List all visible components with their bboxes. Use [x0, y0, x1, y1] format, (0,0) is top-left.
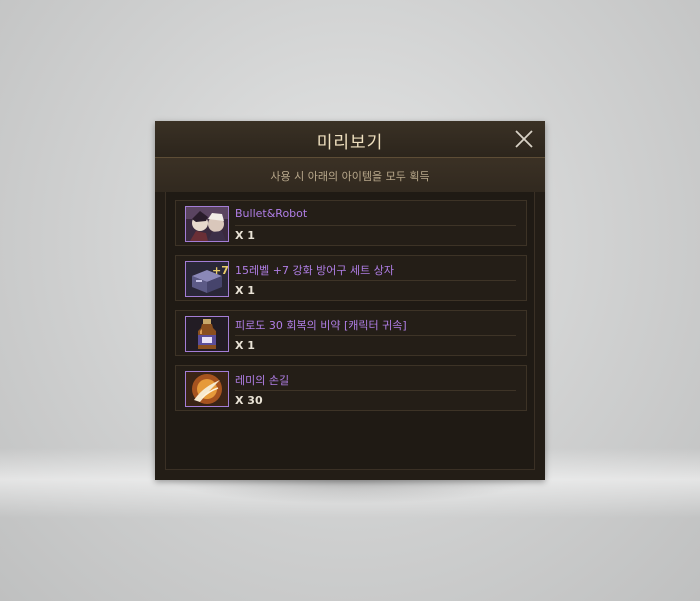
armor-box-icon: +7 — [186, 262, 228, 296]
dialog-title: 미리보기 — [316, 133, 384, 153]
enhance-label: +7 — [212, 264, 228, 277]
item-icon — [185, 371, 229, 407]
subtitle-bar: 사용 시 아래의 아이템을 모두 획득 — [155, 158, 545, 192]
list-item[interactable]: 레미의 손길 X 30 — [175, 365, 527, 411]
dialog-header: 미리보기 — [155, 121, 545, 158]
list-item[interactable]: +7 15레벨 +7 강화 방어구 세트 상자 X 1 — [175, 255, 527, 301]
item-icon — [185, 206, 229, 242]
remy-touch-icon — [186, 372, 228, 406]
item-quantity: X 1 — [235, 284, 255, 297]
item-name: Bullet&Robot — [235, 207, 308, 220]
floor-shadow — [165, 478, 535, 504]
item-name: 15레벨 +7 강화 방어구 세트 상자 — [235, 264, 395, 277]
close-icon — [515, 130, 533, 148]
item-icon: +7 — [185, 261, 229, 297]
item-icon — [185, 316, 229, 352]
bullet-robot-avatar-icon — [186, 207, 228, 241]
item-quantity: X 1 — [235, 339, 255, 352]
item-divider — [235, 280, 516, 281]
item-quantity: X 1 — [235, 229, 255, 242]
item-divider — [235, 225, 516, 226]
dialog-subtitle: 사용 시 아래의 아이템을 모두 획득 — [270, 170, 430, 183]
close-button[interactable] — [513, 128, 535, 150]
item-name: 레미의 손길 — [235, 374, 290, 387]
item-list: Bullet&Robot X 1 +7 15레벨 +7 강화 방어구 세트 상자… — [165, 192, 535, 470]
item-divider — [235, 390, 516, 391]
item-quantity: X 30 — [235, 394, 263, 407]
potion-bottle-icon — [186, 317, 228, 351]
list-item[interactable]: Bullet&Robot X 1 — [175, 200, 527, 246]
list-item[interactable]: 피로도 30 회복의 비약 [캐릭터 귀속] X 1 — [175, 310, 527, 356]
item-divider — [235, 335, 516, 336]
preview-dialog: 미리보기 사용 시 아래의 아이템을 모두 획득 Bullet&Robot X … — [155, 121, 545, 480]
item-name: 피로도 30 회복의 비약 [캐릭터 귀속] — [235, 319, 407, 332]
